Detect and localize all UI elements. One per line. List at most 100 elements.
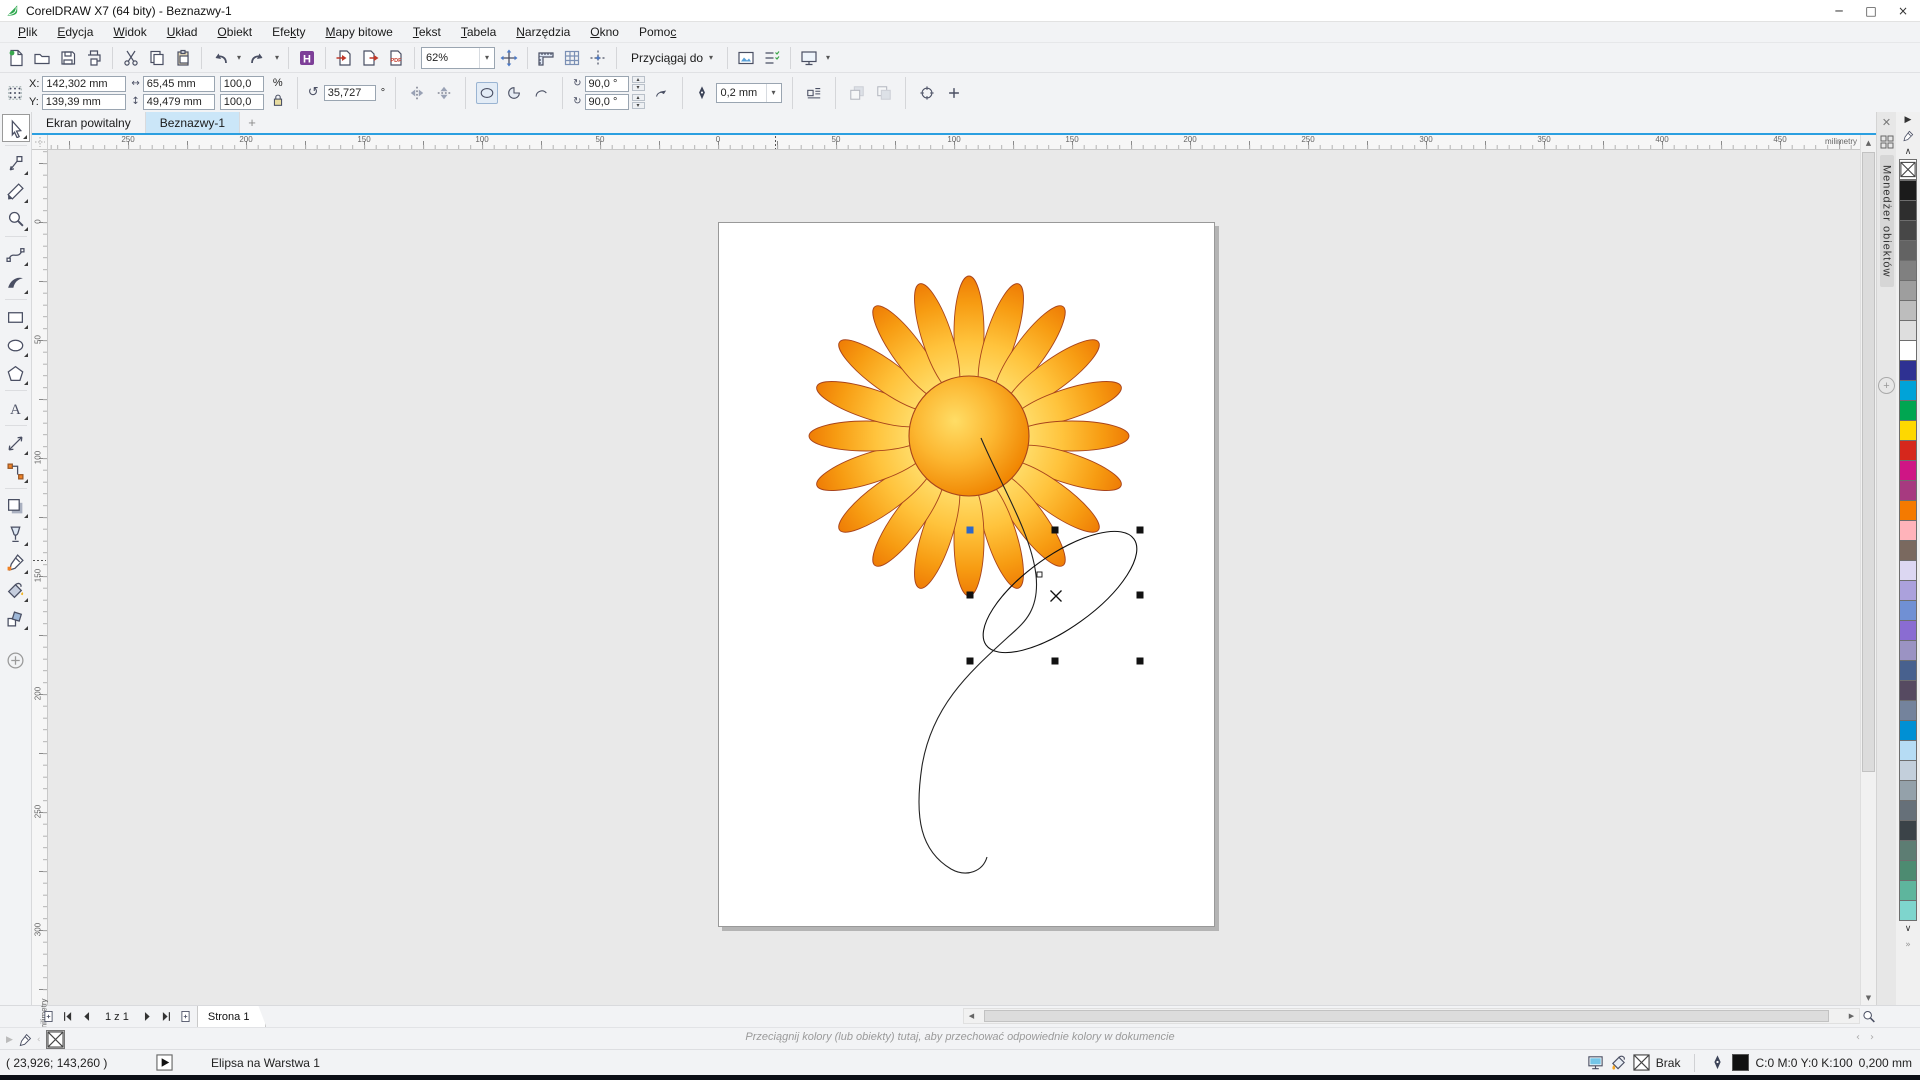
toolbar-monitor-dropdown[interactable]: ▾ [823,46,833,70]
tab-ekran-powitalny[interactable]: Ekran powitalny [32,112,146,133]
tool-artistic-media[interactable] [2,268,30,296]
scroll-left-arrow[interactable]: ◀ [964,1009,979,1023]
palette-swatch[interactable] [1899,520,1917,541]
toolbar-guidelines-button[interactable] [586,46,610,70]
zoom-in-button[interactable] [1860,1008,1876,1024]
drawing-canvas[interactable] [48,150,1860,1005]
toolbar-redo-button[interactable] [246,46,270,70]
arc-end-spinner[interactable]: ▴▾ [632,94,645,109]
palette-swatch[interactable] [1899,340,1917,361]
tool-shape[interactable] [2,149,30,177]
menu-item-tekst[interactable]: Tekst [403,23,451,41]
toolbar-export-button[interactable] [358,46,382,70]
palette-swatch[interactable] [1899,260,1917,281]
mirror-vertical-button[interactable] [433,82,455,104]
last-page-button[interactable] [159,1009,175,1025]
add-page-button-2[interactable] [178,1009,194,1025]
arc-start-spinner[interactable]: ▴▾ [632,76,645,91]
toolbar-undo-button[interactable] [208,46,232,70]
palette-swatch[interactable] [1899,640,1917,661]
zoom-level-combo[interactable]: 62%▾ [421,47,495,69]
menu-item-obiekt[interactable]: Obiekt [207,23,262,41]
horizontal-scrollbar[interactable]: ◀ ▶ [963,1008,1860,1024]
flower-center[interactable] [909,376,1029,496]
snap-to-button[interactable]: Przyciągaj do▾ [623,47,721,69]
palette-swatch[interactable] [1899,880,1917,901]
scroll-up-arrow[interactable]: ▲ [1861,135,1876,150]
palette-swatch[interactable] [1899,680,1917,701]
toolbar-redo-dropdown[interactable]: ▾ [272,46,282,70]
selection-handle[interactable] [1137,527,1144,534]
palette-swatch[interactable] [1899,380,1917,401]
horizontal-ruler[interactable]: 2502001501005005010015020025030035040045… [48,135,1860,150]
palette-swatch[interactable] [1899,320,1917,341]
scale-y-field[interactable]: 100,0 [220,94,264,110]
object-manager-icon[interactable] [1880,135,1894,149]
palette-swatch[interactable] [1899,600,1917,621]
selection-handle[interactable] [1052,527,1059,534]
minimize-button[interactable]: ─ [1826,1,1852,21]
menu-item-edycja[interactable]: Edycja [47,23,103,41]
menu-item-układ[interactable]: Układ [157,23,208,41]
pie-mode-button[interactable] [503,82,525,104]
lock-ratio-icon[interactable] [269,91,287,109]
tool-dimension[interactable] [2,429,30,457]
chevron-down-icon[interactable]: ▾ [479,48,494,68]
tool-quick-customize[interactable] [2,646,30,674]
maximize-button[interactable]: □ [1858,1,1884,21]
palette-swatch[interactable] [1899,300,1917,321]
tool-drop-shadow[interactable] [2,492,30,520]
y-position-field[interactable]: 139,39 mm [42,94,126,110]
scale-x-field[interactable]: 100,0 [220,76,264,92]
palette-swatch[interactable] [1899,280,1917,301]
palette-swatch[interactable] [1899,180,1917,201]
wrap-text-button[interactable] [803,82,825,104]
palette-swatch[interactable] [1899,760,1917,781]
tool-zoom-tool[interactable] [2,205,30,233]
palette-swatch[interactable] [1899,560,1917,581]
ruler-origin-button[interactable] [32,135,48,150]
to-front-button[interactable] [846,82,868,104]
selection-handle[interactable] [967,658,974,665]
menu-item-efekty[interactable]: Efekty [262,23,315,41]
new-tab-button[interactable]: + [240,112,264,133]
palette-expand-icon[interactable]: » [1905,937,1911,953]
doc-palette-scroll-right[interactable]: › [1870,1032,1874,1043]
tool-ellipse-tool[interactable] [2,331,30,359]
selection-handle[interactable] [967,592,974,599]
palette-swatch[interactable] [1899,240,1917,261]
palette-swatch[interactable] [1899,500,1917,521]
add-page-button[interactable] [40,1009,56,1025]
rotation-field[interactable]: 35,727 [324,85,376,101]
palette-swatch[interactable] [1899,400,1917,421]
toolbar-copy-button[interactable] [145,46,169,70]
toolbar-monitor-button[interactable] [797,46,821,70]
palette-swatch[interactable] [1899,820,1917,841]
to-back-button[interactable] [873,82,895,104]
doc-palette-scroll-left[interactable]: ‹ [1856,1032,1860,1043]
palette-flyout-icon[interactable]: ▶ [1905,112,1912,128]
close-button[interactable]: × [1890,1,1916,21]
mirror-horizontal-button[interactable] [406,82,428,104]
x-position-field[interactable]: 142,302 mm [42,76,126,92]
menu-item-plik[interactable]: Plik [8,23,47,41]
horizontal-scroll-thumb[interactable] [984,1010,1829,1022]
arc-end-field[interactable]: 90,0 ° [585,94,629,110]
palette-swatch[interactable] [1899,480,1917,501]
vertical-scroll-thumb[interactable] [1862,152,1875,772]
toolbar-cut-button[interactable] [119,46,143,70]
tool-polygon[interactable] [2,359,30,387]
next-page-button[interactable] [140,1009,156,1025]
palette-no-color-swatch[interactable] [1899,159,1917,180]
menu-item-mapy-bitowe[interactable]: Mapy bitowe [315,23,402,41]
toolbar-pdf-button[interactable]: PDF [384,46,408,70]
ellipse-node[interactable] [1037,572,1042,577]
menu-item-widok[interactable]: Widok [103,23,156,41]
toolbar-print-button[interactable] [82,46,106,70]
palette-swatch[interactable] [1899,620,1917,641]
arc-start-field[interactable]: 90,0 ° [585,76,629,92]
outline-width-combo[interactable]: 0,2 mm ▾ [716,83,782,103]
palette-swatch[interactable] [1899,580,1917,601]
change-direction-button[interactable] [650,82,672,104]
toolbar-undo-dropdown[interactable]: ▾ [234,46,244,70]
